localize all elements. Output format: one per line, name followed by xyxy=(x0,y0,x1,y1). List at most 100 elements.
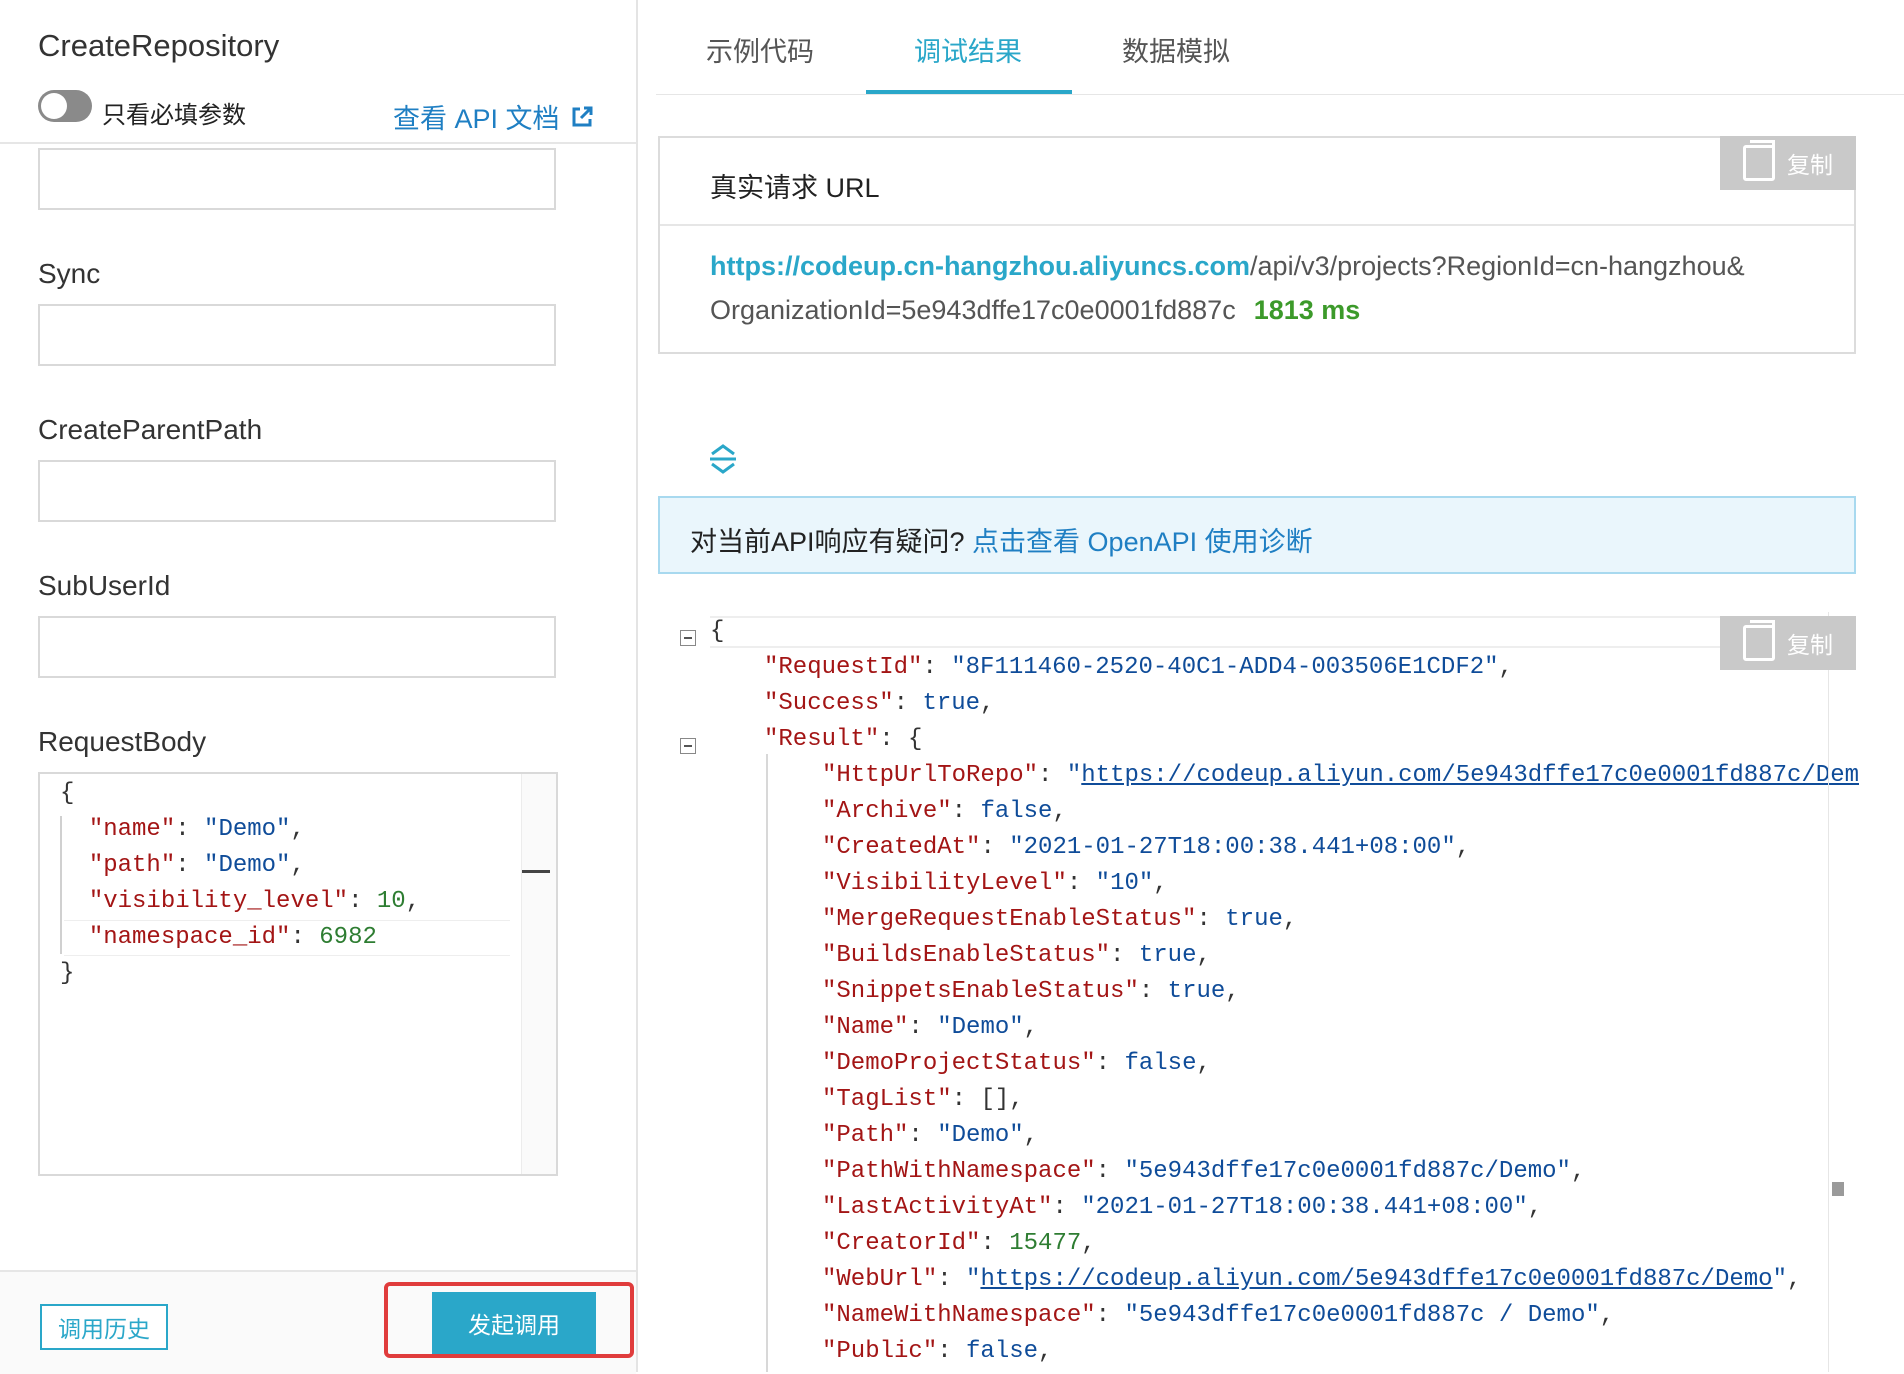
json-line: "Archive": false, xyxy=(822,798,1067,825)
code-line: "namespace_id": 6982 xyxy=(88,924,377,951)
code-line: { xyxy=(60,780,75,807)
required-only-label: 只看必填参数 xyxy=(102,102,246,129)
json-link-http-url[interactable]: https://codeup.aliyun.com/5e943dffe17c0e… xyxy=(1081,762,1859,789)
json-active-line xyxy=(710,616,1838,648)
active-tab-indicator xyxy=(866,90,1072,94)
api-doc-link[interactable]: 查看 API 文档 xyxy=(393,97,594,136)
json-line: "RequestId": "8F111460-2520-40C1-ADD4-00… xyxy=(764,654,1513,681)
url-card-header: 真实请求 URL xyxy=(660,138,1854,226)
json-line: { xyxy=(710,618,725,645)
url-line-two: OrganizationId=5e943dffe17c0e0001fd887c xyxy=(710,295,1236,325)
json-line: "Public": false, xyxy=(822,1338,1053,1365)
diagnosis-question: 对当前API响应有疑问? xyxy=(690,527,973,557)
json-scroll-marker[interactable] xyxy=(1832,1182,1844,1196)
tab-debug-result[interactable]: 调试结果 xyxy=(914,30,1022,69)
sub-user-id-input[interactable] xyxy=(38,616,556,678)
json-value: [] xyxy=(980,1086,1010,1113)
json-line: "CreatorId": 15477, xyxy=(822,1230,1096,1257)
api-doc-link-label: 查看 API 文档 xyxy=(393,104,560,134)
json-line: "Success": true, xyxy=(764,690,995,717)
json-value: true xyxy=(1138,942,1197,969)
json-line: "BuildsEnableStatus": true, xyxy=(822,942,1211,969)
json-response-viewer[interactable]: { "RequestId": "8F111460-2520-40C1-ADD4-… xyxy=(638,612,1904,1372)
json-line: "LastActivityAt": "2021-01-27T18:00:38.4… xyxy=(822,1194,1543,1221)
json-line: "CreatedAt": "2021-01-27T18:00:38.441+08… xyxy=(822,834,1471,861)
copy-url-button[interactable]: 复制 xyxy=(1720,136,1856,190)
external-link-icon xyxy=(572,106,593,126)
editor-scrollbar[interactable] xyxy=(521,774,556,1174)
json-line: "HttpUrlToRepo": "https://codeup.aliyun.… xyxy=(822,762,1859,789)
url-path: /api/v3/projects?RegionId=cn-hangzhou& xyxy=(1250,251,1745,281)
copy-icon xyxy=(1743,140,1775,181)
header-divider xyxy=(0,142,636,144)
request-body-editor[interactable]: { "name": "Demo", "path": "Demo", "visib… xyxy=(38,772,558,1176)
url-card-title: 真实请求 URL xyxy=(710,173,880,203)
expand-collapse-icon[interactable] xyxy=(708,442,738,476)
tabs-border xyxy=(656,94,1904,95)
json-indent-guide xyxy=(766,754,768,1372)
json-value: Demo xyxy=(951,1122,1010,1149)
json-line: "TagList": [], xyxy=(822,1086,1024,1113)
json-value: 2021-01-27T18:00:38.441+08:00 xyxy=(1023,834,1442,861)
json-link-web-url[interactable]: https://codeup.aliyun.com/5e943dffe17c0e… xyxy=(980,1266,1772,1293)
sync-label: Sync xyxy=(38,258,101,289)
json-value-success: true xyxy=(922,690,981,717)
request-body-label: RequestBody xyxy=(38,726,207,757)
json-line: "WebUrl": "https://codeup.aliyun.com/5e9… xyxy=(822,1266,1802,1293)
json-value: true xyxy=(1167,978,1226,1005)
result-panel: 示例代码 调试结果 数据模拟 真实请求 URL https://codeup.c… xyxy=(638,0,1904,1372)
code-line: "name": "Demo", xyxy=(88,816,305,843)
api-name-title: CreateRepository xyxy=(38,28,280,63)
json-line: "NameWithNamespace": "5e943dffe17c0e0001… xyxy=(822,1302,1615,1329)
json-line: "PathWithNamespace": "5e943dffe17c0e0001… xyxy=(822,1158,1586,1185)
required-only-toggle[interactable] xyxy=(38,90,92,122)
code-line: } xyxy=(60,960,75,987)
json-value: false xyxy=(966,1338,1039,1365)
json-value: true xyxy=(1225,906,1283,933)
json-value: false xyxy=(1124,1050,1197,1077)
request-url-card: 真实请求 URL https://codeup.cn-hangzhou.aliy… xyxy=(658,136,1856,354)
json-line: "SnippetsEnableStatus": true, xyxy=(822,978,1240,1005)
json-value: 10 xyxy=(1110,870,1139,897)
copy-label: 复制 xyxy=(1787,152,1833,178)
code-line: "visibility_level": 10, xyxy=(88,888,421,915)
tab-data-mock[interactable]: 数据模拟 xyxy=(1122,30,1230,69)
json-line: "VisibilityLevel": "10", xyxy=(822,870,1168,897)
create-parent-path-input[interactable] xyxy=(38,460,556,522)
json-scrollbar-track[interactable] xyxy=(1828,612,1829,1372)
json-value: 5e943dffe17c0e0001fd887c / Demo xyxy=(1138,1302,1586,1329)
json-line: "DemoProjectStatus": false, xyxy=(822,1050,1211,1077)
invoke-button[interactable]: 发起调用 xyxy=(432,1292,596,1354)
request-url-text: https://codeup.cn-hangzhou.aliyuncs.com/… xyxy=(710,244,1830,332)
json-line: "MergeRequestEnableStatus": true, xyxy=(822,906,1298,933)
latency-badge: 1813 ms xyxy=(1253,295,1361,325)
fold-toggle-icon[interactable] xyxy=(680,738,696,754)
json-value: 5e943dffe17c0e0001fd887c/Demo xyxy=(1138,1158,1557,1185)
json-value: 15477 xyxy=(1009,1230,1082,1257)
fold-toggle-icon[interactable] xyxy=(680,630,696,646)
previous-field-input[interactable] xyxy=(38,148,556,210)
url-host: https://codeup.cn-hangzhou.aliyuncs.com xyxy=(710,251,1251,281)
copy-label: 复制 xyxy=(1787,632,1833,658)
call-history-button[interactable]: 调用历史 xyxy=(40,1304,168,1350)
tab-sample-code[interactable]: 示例代码 xyxy=(706,30,814,69)
json-line: "Name": "Demo", xyxy=(822,1014,1039,1041)
json-value: Demo xyxy=(951,1014,1010,1041)
parameter-panel: CreateRepository 只看必填参数 查看 API 文档 Sync C… xyxy=(0,0,638,1374)
json-value: false xyxy=(980,798,1053,825)
code-line: "path": "Demo", xyxy=(88,852,305,879)
sub-user-id-label: SubUserId xyxy=(38,570,171,601)
create-parent-path-label: CreateParentPath xyxy=(38,414,263,445)
json-value-request-id: 8F111460-2520-40C1-ADD4-003506E1CDF2 xyxy=(965,654,1485,681)
json-line: "Result": { xyxy=(764,726,923,753)
editor-scroll-marker xyxy=(522,870,550,873)
copy-icon xyxy=(1743,620,1775,661)
diagnosis-banner: 对当前API响应有疑问? 点击查看 OpenAPI 使用诊断 xyxy=(658,496,1856,574)
sync-input[interactable] xyxy=(38,304,556,366)
json-value: 2021-01-27T18:00:38.441+08:00 xyxy=(1095,1194,1514,1221)
json-line: "Path": "Demo", xyxy=(822,1122,1039,1149)
copy-response-button[interactable]: 复制 xyxy=(1720,616,1856,670)
diagnosis-link[interactable]: 点击查看 OpenAPI 使用诊断 xyxy=(972,527,1313,557)
toggle-knob xyxy=(41,93,67,119)
diagnosis-text: 对当前API响应有疑问? 点击查看 OpenAPI 使用诊断 xyxy=(690,520,1313,559)
